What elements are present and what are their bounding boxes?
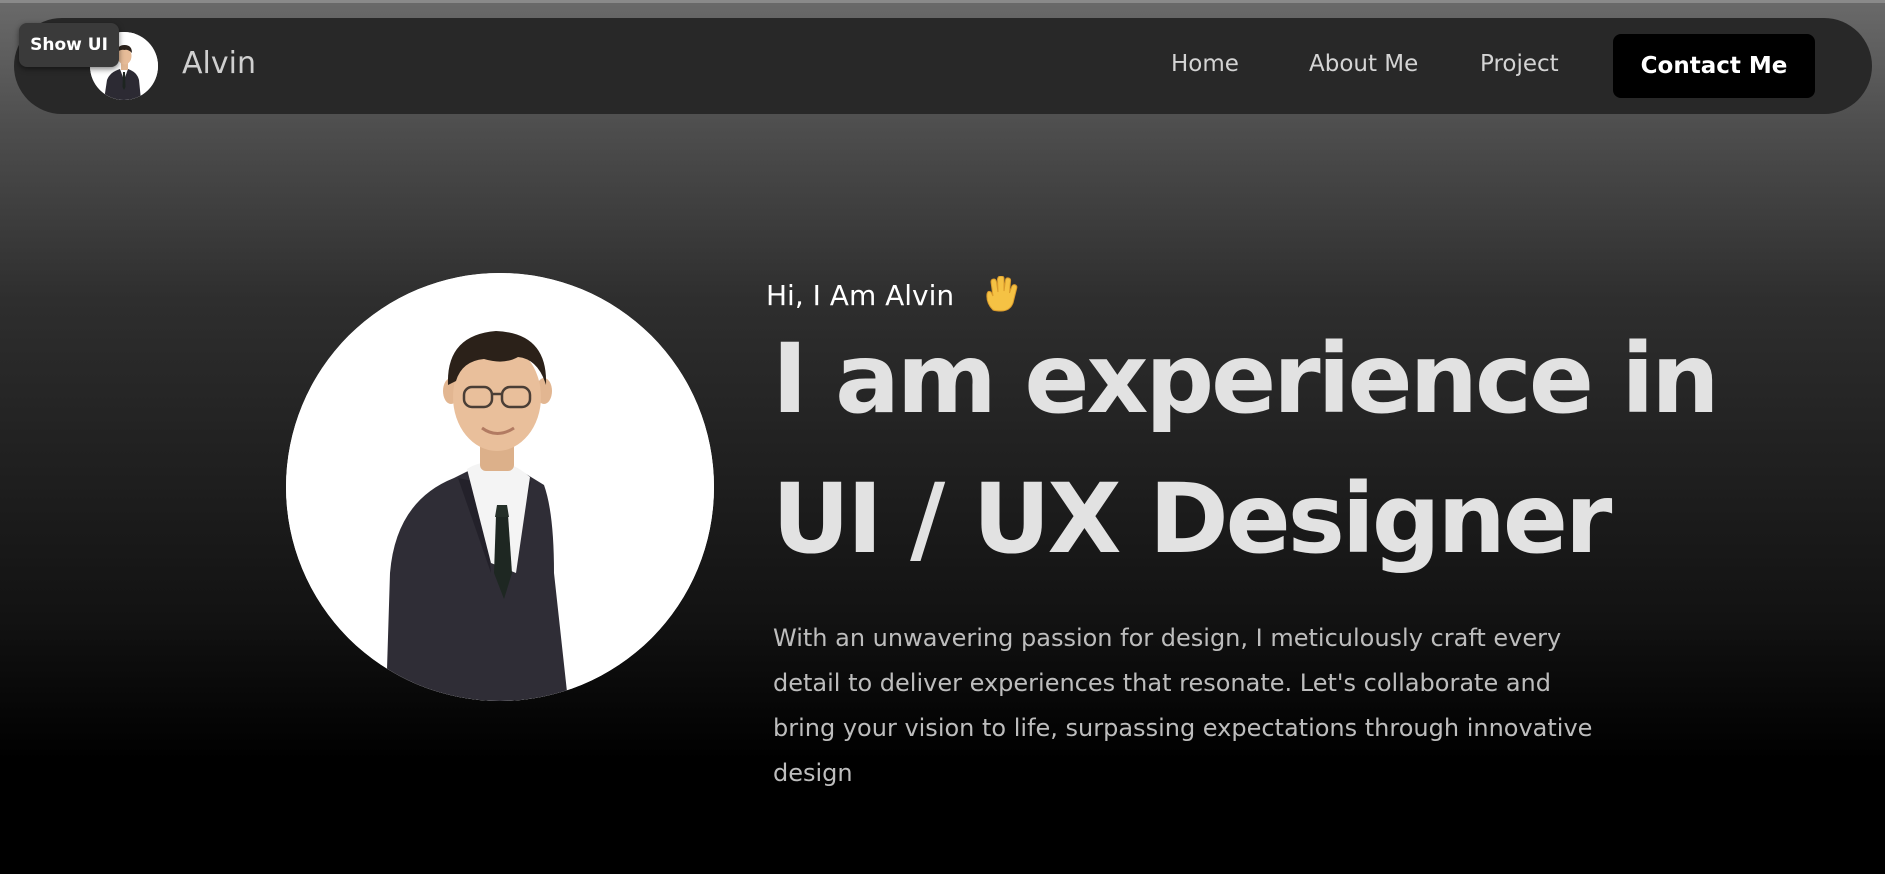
waving-hand-icon [986, 276, 1018, 312]
nav-link-home[interactable]: Home [1171, 49, 1239, 79]
hero-headline-line-1: I am experience in [772, 323, 1720, 435]
hero-headline-line-2: UI / UX Designer [772, 463, 1612, 575]
navbar [14, 18, 1872, 114]
hero-greeting: Hi, I Am Alvin [766, 279, 955, 312]
nav-link-about-me[interactable]: About Me [1309, 49, 1418, 79]
contact-me-button[interactable]: Contact Me [1613, 34, 1815, 98]
hero-portrait-photo [286, 273, 714, 701]
portrait-photo-icon [286, 273, 714, 701]
hero-bio: With an unwavering passion for design, I… [773, 624, 1593, 787]
show-ui-button[interactable]: Show UI [19, 23, 119, 67]
browser-top-strip [0, 0, 1885, 3]
brand-name[interactable]: Alvin [182, 46, 256, 82]
nav-link-project[interactable]: Project [1480, 49, 1559, 79]
